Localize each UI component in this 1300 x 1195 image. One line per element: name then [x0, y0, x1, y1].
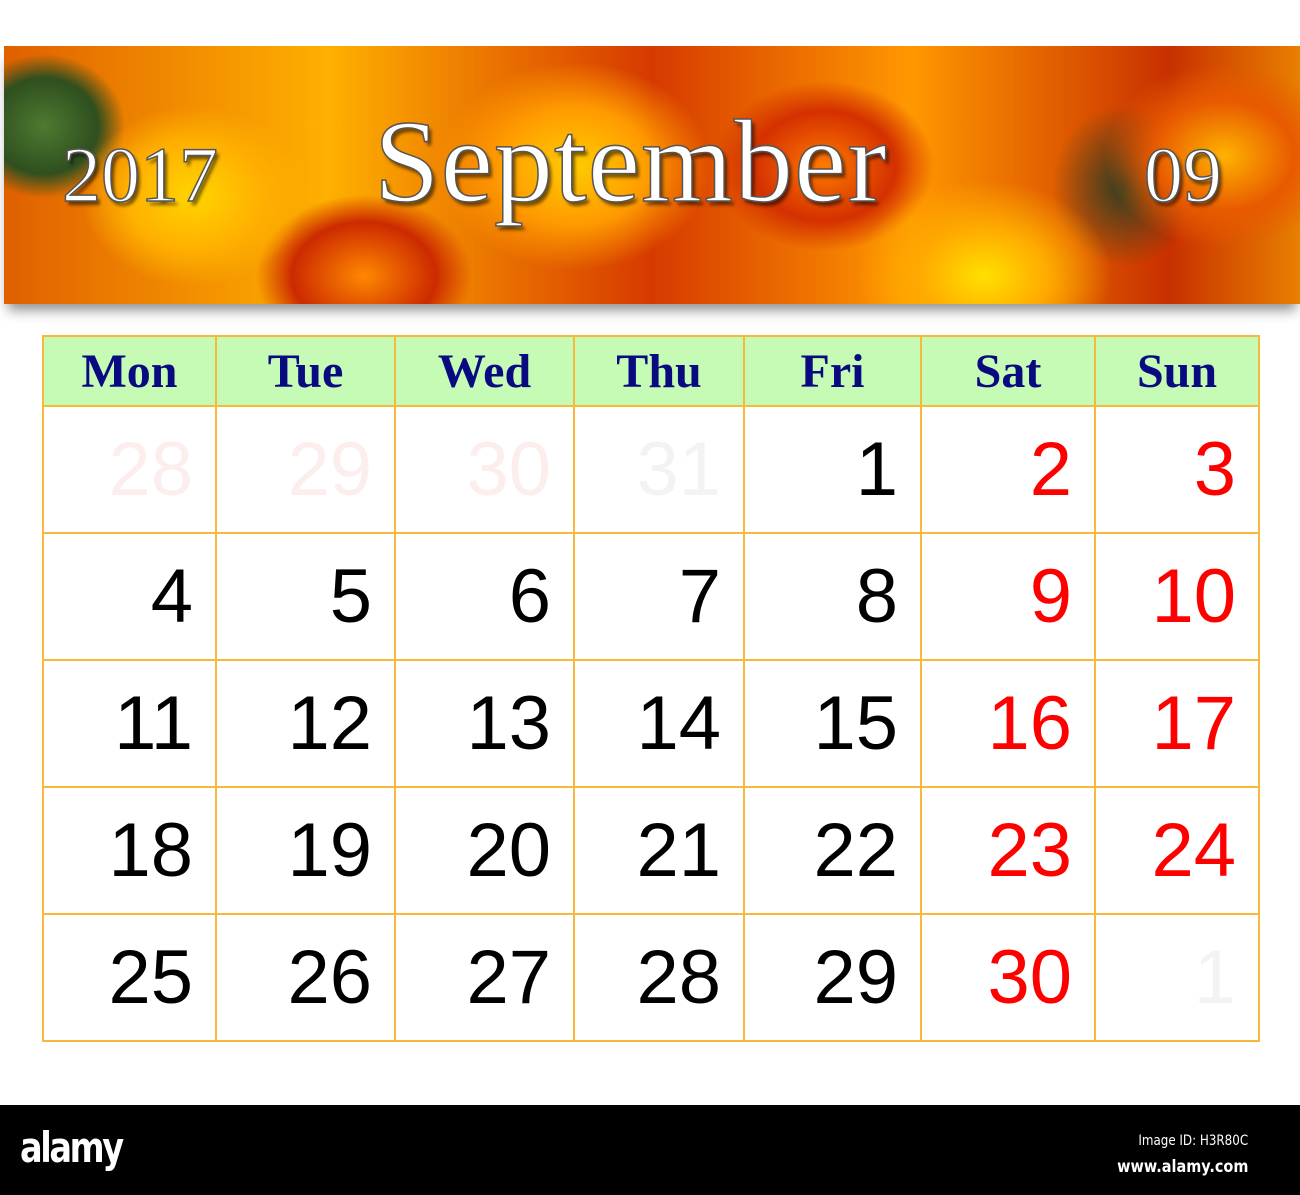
day-cell-other-month: 30 [394, 405, 575, 534]
day-cell: 1 [743, 405, 922, 534]
day-cell: 14 [573, 659, 745, 788]
banner-title: 2017 September 09 [4, 46, 1300, 304]
day-cell: 18 [42, 786, 217, 915]
weekday-header: Wed [394, 335, 575, 407]
site-url-label: www.alamy.com [1116, 1157, 1248, 1177]
day-cell: 4 [42, 532, 217, 661]
week-row: 28 29 30 31 1 2 3 [42, 405, 1260, 534]
week-row: 18 19 20 21 22 23 24 [42, 786, 1260, 915]
day-cell: 21 [573, 786, 745, 915]
day-cell-weekend: 3 [1094, 405, 1260, 534]
watermark-footer: alamy Image ID: H3R80C www.alamy.com [0, 1105, 1300, 1195]
week-row: 11 12 13 14 15 16 17 [42, 659, 1260, 788]
weekday-header-row: Mon Tue Wed Thu Fri Sat Sun [42, 335, 1260, 407]
day-cell-weekend: 24 [1094, 786, 1260, 915]
marigold-banner-image: 2017 September 09 [4, 46, 1300, 304]
week-row: 25 26 27 28 29 30 1 [42, 913, 1260, 1042]
weekday-header: Tue [215, 335, 396, 407]
day-cell: 19 [215, 786, 396, 915]
day-cell: 22 [743, 786, 922, 915]
weekday-header: Fri [743, 335, 922, 407]
day-cell-weekend: 16 [920, 659, 1096, 788]
image-id-label: Image ID: H3R80C [1138, 1133, 1248, 1149]
alamy-logo: alamy [20, 1123, 124, 1172]
year-label: 2017 [61, 130, 219, 219]
day-cell: 5 [215, 532, 396, 661]
day-cell: 6 [394, 532, 575, 661]
day-cell: 26 [215, 913, 396, 1042]
day-cell: 7 [573, 532, 745, 661]
day-cell: 15 [743, 659, 922, 788]
day-cell-weekend: 17 [1094, 659, 1260, 788]
day-cell: 11 [42, 659, 217, 788]
day-cell: 12 [215, 659, 396, 788]
day-cell: 25 [42, 913, 217, 1042]
day-cell-weekend: 23 [920, 786, 1096, 915]
day-cell: 29 [743, 913, 922, 1042]
week-row: 4 5 6 7 8 9 10 [42, 532, 1260, 661]
day-cell-other-month: 28 [42, 405, 217, 534]
day-cell: 27 [394, 913, 575, 1042]
day-cell-other-month: 1 [1094, 913, 1260, 1042]
day-cell-other-month: 31 [573, 405, 745, 534]
day-cell-weekend: 30 [920, 913, 1096, 1042]
day-cell: 28 [573, 913, 745, 1042]
month-number-label: 09 [1143, 130, 1223, 219]
day-cell: 20 [394, 786, 575, 915]
day-cell-weekend: 9 [920, 532, 1096, 661]
day-cell-weekend: 2 [920, 405, 1096, 534]
weekday-header: Sat [920, 335, 1096, 407]
weekday-header: Sun [1094, 335, 1260, 407]
month-label: September [373, 95, 888, 228]
calendar-grid: Mon Tue Wed Thu Fri Sat Sun 28 29 30 31 1 2 3 4… [42, 335, 1260, 1042]
weekday-header: Mon [42, 335, 217, 407]
weekday-header: Thu [573, 335, 745, 407]
day-cell-weekend: 10 [1094, 532, 1260, 661]
calendar-body: 28 29 30 31 1 2 3 4 5 6 7 8 9 10 11 12 13 14 15 16 17 18 19 20 2… [42, 405, 1260, 1042]
day-cell: 8 [743, 532, 922, 661]
day-cell-other-month: 29 [215, 405, 396, 534]
day-cell: 13 [394, 659, 575, 788]
